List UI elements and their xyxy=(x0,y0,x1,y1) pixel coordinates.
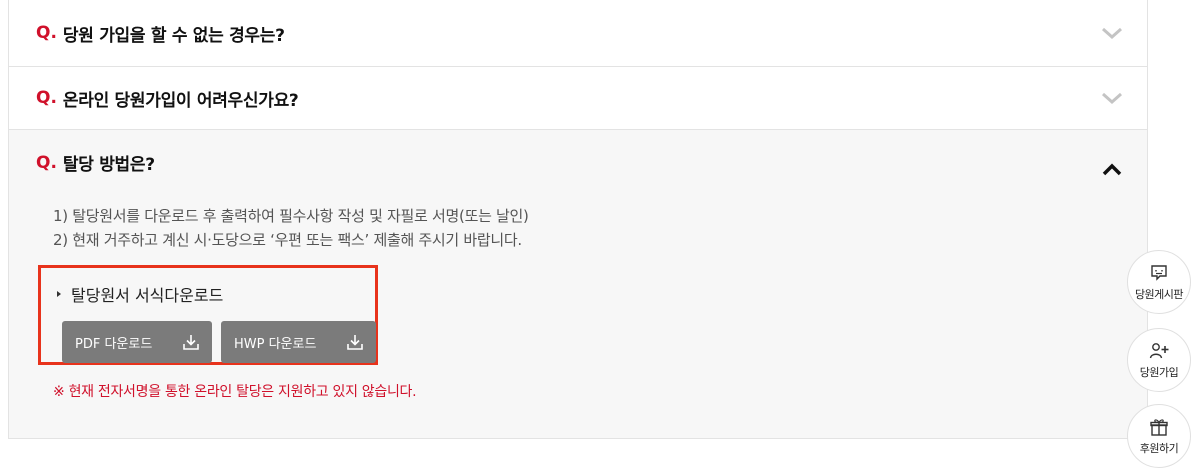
faq-answer: 1) 탈당원서를 다운로드 후 출력하여 필수사항 작성 및 자필로 서명(또는… xyxy=(53,204,529,252)
faq-question-row[interactable]: Q. 탈당 방법은? xyxy=(9,150,155,176)
faq-item-join-restriction[interactable]: Q. 당원 가입을 할 수 없는 경우는? xyxy=(9,0,1147,67)
add-user-icon xyxy=(1149,342,1169,358)
download-icon xyxy=(347,335,363,350)
side-button-board[interactable]: 당원게시판 xyxy=(1127,250,1191,314)
side-button-donate[interactable]: 후원하기 xyxy=(1127,404,1191,468)
chevron-down-icon[interactable] xyxy=(1101,91,1123,105)
faq-question: 온라인 당원가입이 어려우신가요? xyxy=(62,90,299,111)
answer-line: 2) 현재 거주하고 계신 시·도당으로 ‘우편 또는 팩스’ 제출해 주시기 … xyxy=(53,231,522,249)
download-highlight-box: 탈당원서 서식다운로드 PDF 다운로드 HWP 다운로드 xyxy=(38,265,378,365)
q-mark: Q. xyxy=(36,23,57,43)
bullet-triangle-icon xyxy=(57,291,61,297)
side-label-join: 당원가입 xyxy=(1139,365,1179,379)
faq-question: 탈당 방법은? xyxy=(62,155,155,175)
download-title-text: 탈당원서 서식다운로드 xyxy=(71,286,224,305)
pdf-download-button[interactable]: PDF 다운로드 xyxy=(62,321,212,363)
side-label-board: 당원게시판 xyxy=(1134,287,1184,301)
chat-icon xyxy=(1151,264,1167,281)
chevron-down-icon[interactable] xyxy=(1101,26,1123,40)
side-label-donate: 후원하기 xyxy=(1139,441,1179,455)
pdf-download-label: PDF 다운로드 xyxy=(75,336,153,352)
q-mark: Q. xyxy=(36,152,57,173)
withdrawal-notice: ※ 현재 전자서명을 통한 온라인 탈당은 지원하고 있지 않습니다. xyxy=(53,384,417,400)
hwp-download-label: HWP 다운로드 xyxy=(234,336,317,352)
chevron-up-icon[interactable] xyxy=(1101,162,1123,176)
side-button-join[interactable]: 당원가입 xyxy=(1127,328,1191,392)
faq-item-withdrawal: Q. 탈당 방법은? 1) 탈당원서를 다운로드 후 출력하여 필수사항 작성 … xyxy=(9,130,1147,439)
faq-item-online-join[interactable]: Q. 온라인 당원가입이 어려우신가요? xyxy=(9,67,1147,130)
hwp-download-button[interactable]: HWP 다운로드 xyxy=(221,321,376,363)
download-title: 탈당원서 서식다운로드 xyxy=(57,282,223,306)
download-icon xyxy=(183,335,199,350)
faq-question: 당원 가입을 할 수 없는 경우는? xyxy=(62,25,285,46)
q-mark: Q. xyxy=(36,88,57,108)
gift-icon xyxy=(1150,418,1168,436)
answer-line: 1) 탈당원서를 다운로드 후 출력하여 필수사항 작성 및 자필로 서명(또는… xyxy=(53,207,529,225)
faq-list: Q. 당원 가입을 할 수 없는 경우는? Q. 온라인 당원가입이 어려우신가… xyxy=(8,0,1148,439)
